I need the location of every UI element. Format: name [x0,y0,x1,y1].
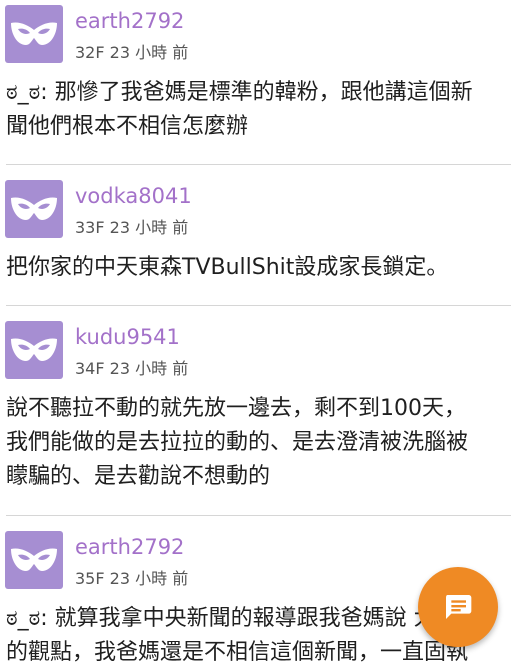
floor-number: 34F [75,359,105,378]
post-meta: 32F 23 小時 前 [75,43,188,63]
comment-text: 把你家的中天東森TVBullShit設成家長鎖定。 [6,251,511,285]
comment-line: ಠ_ಠ: 那慘了我爸媽是標準的韓粉，跟他講這個新 [6,80,473,105]
timestamp: 23 小時 前 [109,359,189,378]
post-meta: 34F 23 小時 前 [75,359,188,379]
comment-line: 我們能做的是去拉拉的動的、是去澄清被洗腦被 [6,430,469,455]
post-meta: 35F 23 小時 前 [75,569,188,589]
divider [6,164,511,165]
avatar[interactable] [5,321,63,379]
mask-icon [11,22,57,45]
divider [6,515,511,516]
comment-line: 把你家的中天東森TVBullShit設成家長鎖定。 [6,255,449,280]
username[interactable]: earth2792 [75,9,184,33]
comment-line: 的觀點，我爸媽還是不相信這個新聞，一直固執 [6,640,469,665]
comment-text: 說不聽拉不動的就先放一邊去，剩不到100天， 我們能做的是去拉拉的動的、是去澄清… [6,392,511,494]
mask-icon [11,338,57,361]
avatar[interactable] [5,180,63,238]
comment-text: ಠ_ಠ: 那慘了我爸媽是標準的韓粉，跟他講這個新 聞他們根本不相信怎麼辦 [6,76,511,144]
comment-line: 聞他們根本不相信怎麼辦 [6,114,249,139]
username[interactable]: kudu9541 [75,325,180,349]
floor-number: 32F [75,43,105,62]
timestamp: 23 小時 前 [109,218,189,237]
avatar[interactable] [5,5,63,63]
divider [6,305,511,306]
mask-icon [11,548,57,571]
mask-icon [11,197,57,220]
avatar[interactable] [5,531,63,589]
comment-icon [446,595,472,619]
username[interactable]: earth2792 [75,535,184,559]
post-meta: 33F 23 小時 前 [75,218,188,238]
comment-line: 矇騙的、是去勸說不想動的 [6,464,271,489]
timestamp: 23 小時 前 [109,569,189,588]
reply-fab-button[interactable] [418,567,498,647]
floor-number: 35F [75,569,105,588]
floor-number: 33F [75,218,105,237]
timestamp: 23 小時 前 [109,43,189,62]
username[interactable]: vodka8041 [75,184,192,208]
comment-line: 說不聽拉不動的就先放一邊去，剩不到100天， [6,396,466,421]
